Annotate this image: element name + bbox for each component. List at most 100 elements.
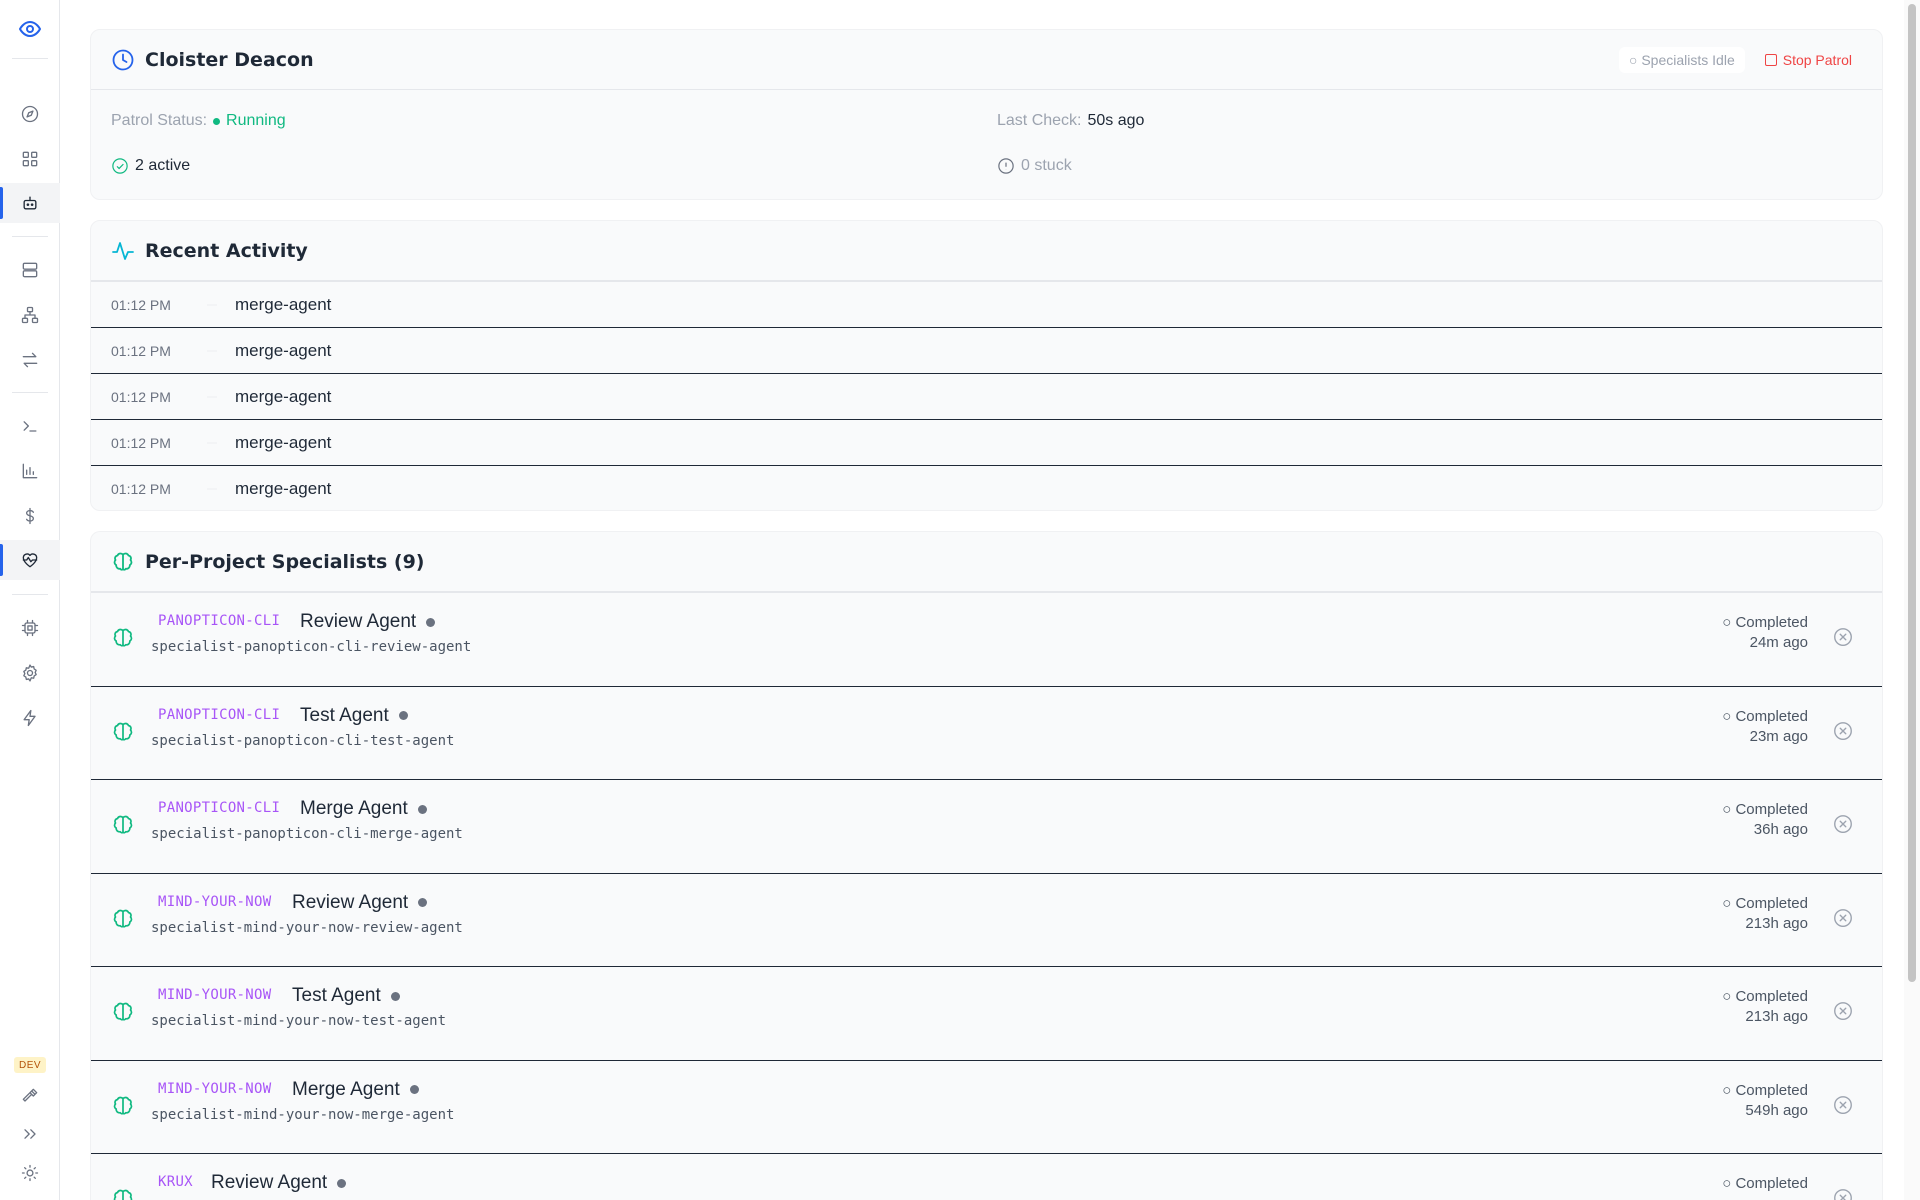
network-icon[interactable] [0, 295, 60, 335]
specialist-name: Test Agent [292, 985, 381, 1006]
specialist-name-wrap: Merge Agent [292, 1079, 419, 1101]
activity-dash [207, 441, 217, 444]
specialist-project: PANOPTICON-CLI [158, 613, 281, 629]
specialist-project: PANOPTICON-CLI [158, 706, 281, 723]
specialist-status-label: ○ Completed [1722, 801, 1808, 818]
compass-icon[interactable] [0, 94, 60, 134]
activity-row: 01:12 PM merge-agent [91, 419, 1882, 465]
status-dot-icon [337, 1178, 347, 1188]
close-circle-icon[interactable] [1832, 626, 1854, 648]
activity-dash [207, 303, 217, 306]
scrollbar-thumb[interactable] [1908, 4, 1916, 982]
activity-dash [207, 395, 217, 398]
specialist-status: ○ Completed 24m ago [1722, 613, 1808, 653]
specialist-status-label: ○ Completed [1722, 707, 1808, 725]
sidebar: DEV [0, 0, 60, 1200]
brain-icon [111, 626, 135, 650]
specialist-status: ○ Completed 23m ago [1722, 707, 1808, 747]
specialists-title: Per-Project Specialists (9) [145, 550, 425, 573]
last-check: Last Check: 50s ago [997, 112, 1144, 130]
specialist-row[interactable]: PANOPTICON-CLI Merge Agent specialist-pano… [91, 779, 1882, 872]
specialist-status: ○ Completed 36h ago [1722, 800, 1808, 840]
activity-time: 01:12 PM [111, 342, 171, 359]
gear-icon[interactable] [0, 653, 60, 693]
cpu-icon[interactable] [0, 608, 60, 648]
specialist-status: ○ Completed 213h ago [1722, 894, 1808, 934]
specialist-row[interactable]: PANOPTICON-CLI Review Agent specialist-pan… [91, 592, 1882, 685]
specialist-row[interactable]: KRUX Review Agent ○ Completed [91, 1153, 1882, 1200]
activity-row: 01:12 PM merge-agent [91, 373, 1882, 419]
stop-patrol-button[interactable]: Stop Patrol [1755, 47, 1862, 73]
activity-dash [207, 349, 217, 352]
chevrons-right-icon[interactable] [0, 1114, 60, 1154]
heart-pulse-icon[interactable] [0, 540, 60, 580]
brain-icon [111, 1094, 135, 1118]
deacon-header: Cloister Deacon ○ Specialists Idle Stop … [91, 30, 1882, 90]
activity-time: 01:12 PM [111, 388, 171, 405]
specialist-row[interactable]: MIND-YOUR-NOW Merge Agent specialist-mind-… [91, 1059, 1882, 1153]
specialist-status-ago: 24m ago [1749, 634, 1808, 651]
close-circle-icon[interactable] [1832, 720, 1854, 742]
specialist-status: ○ Completed 213h ago [1722, 987, 1808, 1027]
specialist-name: Test Agent [300, 704, 389, 726]
activity-title: Recent Activity [145, 239, 308, 262]
activity-agent: merge-agent [235, 478, 332, 498]
specialist-project: MIND-YOUR-NOW [158, 987, 272, 1003]
brain-icon [111, 1000, 135, 1024]
logo-eye-icon[interactable] [0, 9, 60, 49]
grid-icon[interactable] [0, 139, 60, 179]
activity-row: 01:12 PM merge-agent [91, 327, 1882, 373]
bar-chart-icon[interactable] [0, 451, 60, 491]
activity-row: 01:12 PM merge-agent [91, 281, 1882, 327]
specialist-status-label: ○ Completed [1722, 894, 1808, 912]
specialist-project: PANOPTICON-CLI [158, 800, 281, 816]
close-circle-icon[interactable] [1832, 813, 1854, 835]
specialist-name-wrap: Test Agent [292, 985, 400, 1007]
status-dot-icon [398, 711, 408, 720]
specialist-status-ago: 549h ago [1745, 1101, 1808, 1119]
hammer-icon[interactable] [0, 1076, 60, 1116]
activity-agent: merge-agent [235, 294, 332, 314]
active-count: 2 active [111, 157, 190, 175]
dev-badge: DEV [14, 1057, 46, 1073]
scrollbar[interactable] [1904, 0, 1920, 1200]
specialist-name-wrap: Review Agent [211, 1172, 347, 1194]
specialist-status: ○ Completed [1722, 1174, 1808, 1194]
close-circle-icon[interactable] [1832, 1187, 1854, 1200]
activity-agent: merge-agent [235, 432, 332, 452]
brain-icon [111, 907, 135, 931]
activity-agent: merge-agent [235, 340, 332, 360]
specialist-id: specialist-mind-your-now-merge-agent [151, 1106, 455, 1123]
specialist-status-ago: 36h ago [1753, 821, 1808, 838]
check-circle-icon [112, 158, 128, 174]
sun-icon[interactable] [0, 1153, 60, 1193]
swap-icon[interactable] [0, 340, 60, 380]
specialist-status-label: ○ Completed [1722, 614, 1808, 631]
specialist-name: Review Agent [211, 1172, 328, 1193]
stuck-count-text: 0 stuck [1021, 157, 1072, 174]
specialists-card: Per-Project Specialists (9) PANOPTICON-C… [90, 531, 1883, 1200]
close-circle-icon[interactable] [1832, 1000, 1854, 1022]
status-dot-icon [417, 804, 427, 814]
activity-time: 01:12 PM [111, 434, 171, 451]
brain-icon [111, 550, 135, 574]
specialist-status-label: ○ Completed [1722, 1081, 1808, 1099]
specialist-row[interactable]: MIND-YOUR-NOW Review Agent specialist-mind… [91, 872, 1882, 966]
dollar-icon[interactable] [0, 496, 60, 536]
specialist-row[interactable]: PANOPTICON-CLI Test Agent specialist-panop… [91, 685, 1882, 779]
activity-pulse-icon [111, 239, 135, 263]
close-circle-icon[interactable] [1832, 907, 1854, 929]
close-circle-icon[interactable] [1832, 1094, 1854, 1116]
deacon-title: Cloister Deacon [145, 48, 314, 71]
specialist-row[interactable]: MIND-YOUR-NOW Test Agent specialist-mind-y… [91, 966, 1882, 1059]
specialist-status-ago: 23m ago [1749, 727, 1808, 745]
bot-icon[interactable] [0, 183, 60, 223]
server-icon[interactable] [0, 250, 60, 290]
status-dot-icon [409, 1085, 419, 1094]
activity-row: 01:12 PM merge-agent [91, 465, 1882, 511]
clock-icon [111, 48, 135, 72]
zap-icon[interactable] [0, 698, 60, 738]
specialists-idle-badge: ○ Specialists Idle [1619, 46, 1745, 73]
terminal-icon[interactable] [0, 406, 60, 446]
patrol-status-value: Running [226, 112, 286, 129]
